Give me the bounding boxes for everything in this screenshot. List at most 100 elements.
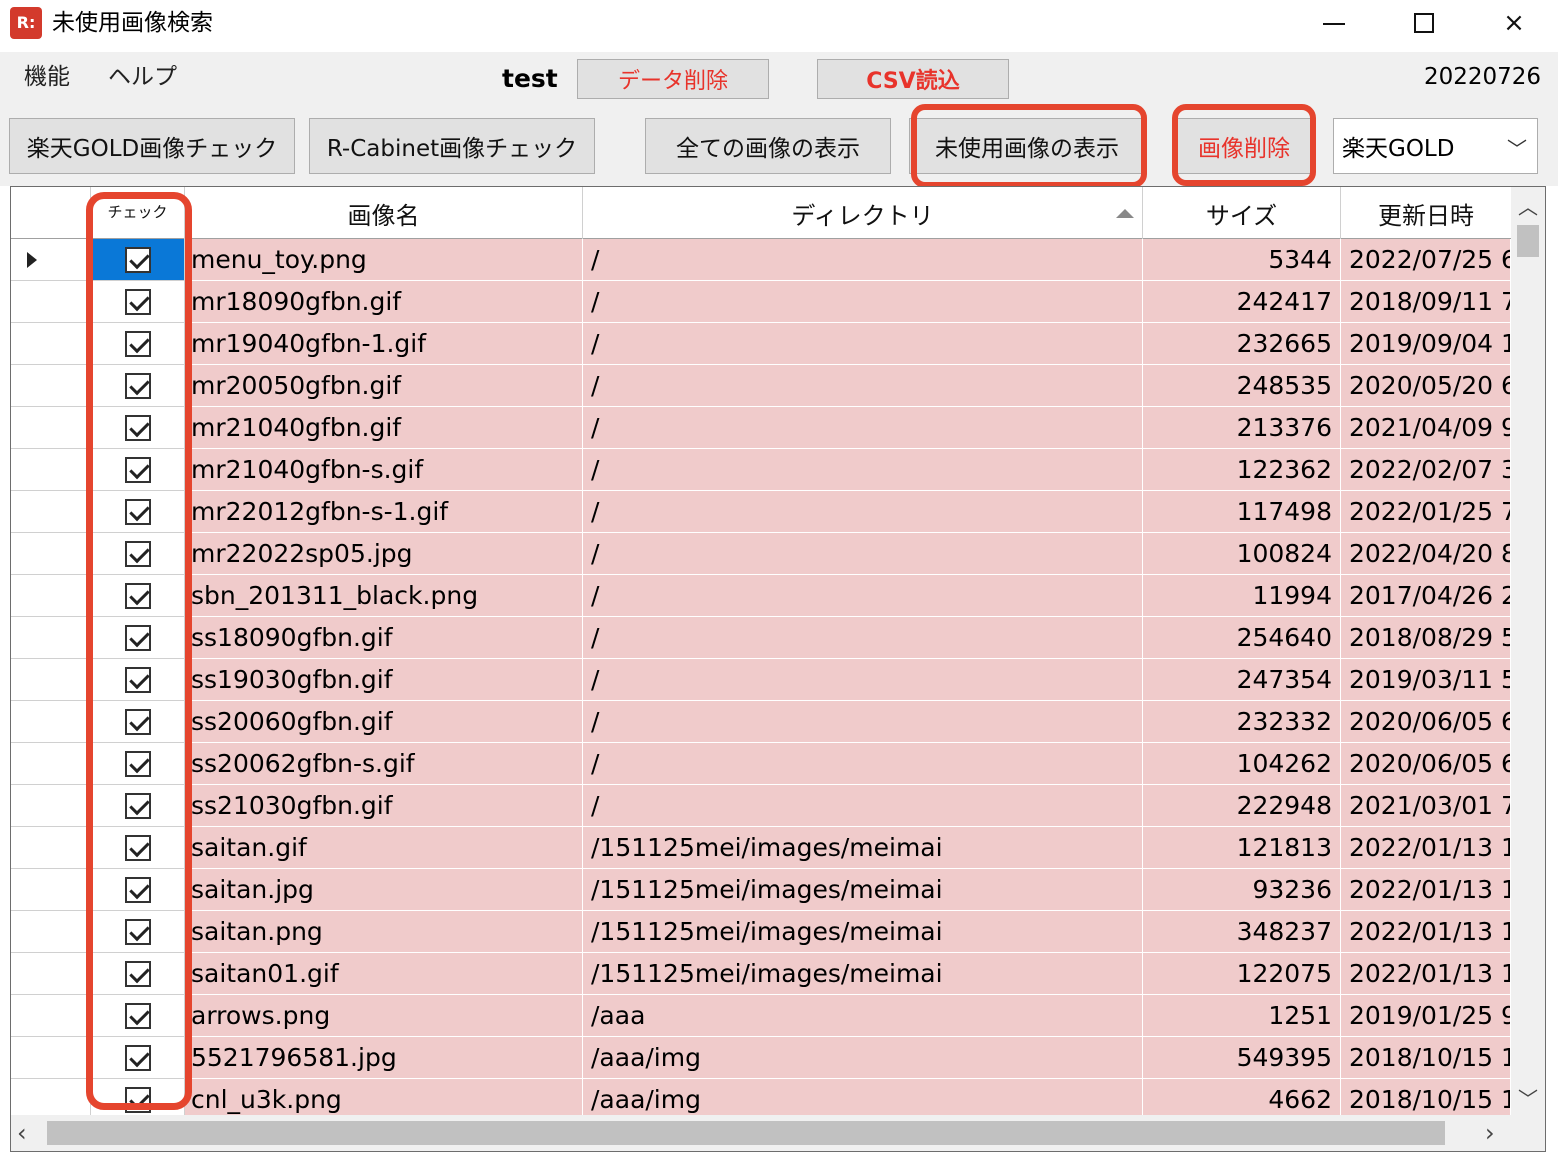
row-header[interactable] xyxy=(11,911,91,953)
size-cell[interactable]: 348237 xyxy=(1143,911,1341,953)
check-cell[interactable] xyxy=(91,911,185,953)
directory-cell[interactable]: /151125mei/images/meimai xyxy=(583,911,1143,953)
row-header[interactable] xyxy=(11,869,91,911)
table-row[interactable]: mr22022sp05.jpg/100824 2022/04/20 8. xyxy=(11,533,1511,575)
directory-cell[interactable]: / xyxy=(583,575,1143,617)
directory-cell[interactable]: / xyxy=(583,365,1143,407)
row-header[interactable] xyxy=(11,575,91,617)
check-cell[interactable] xyxy=(91,1079,185,1115)
image-name-cell[interactable]: saitan.png xyxy=(185,911,583,953)
row-checkbox[interactable] xyxy=(125,289,151,315)
directory-cell[interactable]: / xyxy=(583,281,1143,323)
column-header-size[interactable]: サイズ xyxy=(1143,187,1341,239)
image-name-cell[interactable]: ss20060gfbn.gif xyxy=(185,701,583,743)
directory-cell[interactable]: / xyxy=(583,659,1143,701)
gold-check-button[interactable]: 楽天GOLD画像チェック xyxy=(9,118,295,174)
image-name-cell[interactable]: mr21040gfbn.gif xyxy=(185,407,583,449)
updated-cell[interactable]: 2019/01/25 9. xyxy=(1341,995,1511,1037)
check-cell[interactable] xyxy=(91,323,185,365)
row-checkbox[interactable] xyxy=(125,625,151,651)
table-row[interactable]: saitan.jpg/151125mei/images/meimai 93236 2… xyxy=(11,869,1511,911)
horizontal-scrollbar[interactable]: ‹ › xyxy=(11,1115,1545,1151)
row-checkbox[interactable] xyxy=(125,877,151,903)
image-name-cell[interactable]: mr20050gfbn.gif xyxy=(185,365,583,407)
row-checkbox[interactable] xyxy=(125,499,151,525)
close-button[interactable]: × xyxy=(1474,0,1554,46)
row-checkbox[interactable] xyxy=(125,457,151,483)
directory-cell[interactable]: /151125mei/images/meimai xyxy=(583,869,1143,911)
row-checkbox[interactable] xyxy=(125,415,151,441)
row-checkbox[interactable] xyxy=(125,583,151,609)
directory-cell[interactable]: / xyxy=(583,491,1143,533)
table-row[interactable]: mr22012gfbn-s-1.gif/117498 2022/01/25 7. xyxy=(11,491,1511,533)
row-header[interactable] xyxy=(11,1079,91,1115)
updated-cell[interactable]: 2020/05/20 6. xyxy=(1341,365,1511,407)
table-row[interactable]: 5521796581.jpg/aaa/img 549395 2018/10/15 1… xyxy=(11,1037,1511,1079)
size-cell[interactable]: 254640 xyxy=(1143,617,1341,659)
menu-item-functions[interactable]: 機能 xyxy=(24,62,70,92)
column-header-name[interactable]: 画像名 xyxy=(185,187,583,239)
image-name-cell[interactable]: mr22012gfbn-s-1.gif xyxy=(185,491,583,533)
image-name-cell[interactable]: mr18090gfbn.gif xyxy=(185,281,583,323)
table-row[interactable]: ss20062gfbn-s.gif/104262 2020/06/05 6. xyxy=(11,743,1511,785)
row-header[interactable] xyxy=(11,1037,91,1079)
table-row[interactable]: mr21040gfbn.gif/213376 2021/04/09 9. xyxy=(11,407,1511,449)
updated-cell[interactable]: 2020/06/05 6. xyxy=(1341,701,1511,743)
size-cell[interactable]: 248535 xyxy=(1143,365,1341,407)
table-row[interactable]: ss20060gfbn.gif/232332 2020/06/05 6. xyxy=(11,701,1511,743)
directory-cell[interactable]: / xyxy=(583,239,1143,281)
row-checkbox[interactable] xyxy=(125,793,151,819)
updated-cell[interactable]: 2019/03/11 5. xyxy=(1341,659,1511,701)
updated-cell[interactable]: 2022/01/13 1. xyxy=(1341,953,1511,995)
check-cell[interactable] xyxy=(91,1037,185,1079)
directory-cell[interactable]: / xyxy=(583,701,1143,743)
updated-cell[interactable]: 2018/09/11 7. xyxy=(1341,281,1511,323)
updated-cell[interactable]: 2022/02/07 3. xyxy=(1341,449,1511,491)
size-cell[interactable]: 213376 xyxy=(1143,407,1341,449)
check-cell[interactable] xyxy=(91,659,185,701)
directory-cell[interactable]: /151125mei/images/meimai xyxy=(583,953,1143,995)
size-cell[interactable]: 232332 xyxy=(1143,701,1341,743)
maximize-button[interactable] xyxy=(1384,0,1464,46)
size-cell[interactable]: 93236 xyxy=(1143,869,1341,911)
table-row[interactable]: mr21040gfbn-s.gif/122362 2022/02/07 3. xyxy=(11,449,1511,491)
size-cell[interactable]: 104262 xyxy=(1143,743,1341,785)
directory-cell[interactable]: /aaa/img xyxy=(583,1037,1143,1079)
updated-cell[interactable]: 2021/04/09 9. xyxy=(1341,407,1511,449)
image-name-cell[interactable]: ss21030gfbn.gif xyxy=(185,785,583,827)
image-name-cell[interactable]: menu_toy.png xyxy=(185,239,583,281)
row-checkbox[interactable] xyxy=(125,1003,151,1029)
updated-cell[interactable]: 2017/04/26 2. xyxy=(1341,575,1511,617)
table-row[interactable]: mr19040gfbn-1.gif/232665 2019/09/04 1. xyxy=(11,323,1511,365)
row-checkbox[interactable] xyxy=(125,373,151,399)
directory-cell[interactable]: / xyxy=(583,449,1143,491)
check-cell[interactable] xyxy=(91,701,185,743)
directory-cell[interactable]: /aaa/img xyxy=(583,1079,1143,1115)
image-name-cell[interactable]: saitan01.gif xyxy=(185,953,583,995)
updated-cell[interactable]: 2018/10/15 1. xyxy=(1341,1037,1511,1079)
show-all-button[interactable]: 全ての画像の表示 xyxy=(645,118,891,174)
image-name-cell[interactable]: saitan.gif xyxy=(185,827,583,869)
image-name-cell[interactable]: sbn_201311_black.png xyxy=(185,575,583,617)
directory-cell[interactable]: / xyxy=(583,323,1143,365)
menu-item-help[interactable]: ヘルプ xyxy=(108,62,177,92)
size-cell[interactable]: 122362 xyxy=(1143,449,1341,491)
row-checkbox[interactable] xyxy=(125,751,151,777)
row-header[interactable] xyxy=(11,281,91,323)
row-header[interactable] xyxy=(11,785,91,827)
table-row[interactable]: saitan01.gif/151125mei/images/meimai 1220… xyxy=(11,953,1511,995)
row-checkbox[interactable] xyxy=(125,1045,151,1071)
row-header[interactable] xyxy=(11,407,91,449)
updated-cell[interactable]: 2020/06/05 6. xyxy=(1341,743,1511,785)
row-header[interactable] xyxy=(11,827,91,869)
row-header[interactable] xyxy=(11,323,91,365)
check-cell[interactable] xyxy=(91,365,185,407)
table-row[interactable]: ss19030gfbn.gif/247354 2019/03/11 5. xyxy=(11,659,1511,701)
delete-images-button[interactable]: 画像削除 xyxy=(1176,118,1312,174)
check-cell[interactable] xyxy=(91,407,185,449)
image-name-cell[interactable]: ss20062gfbn-s.gif xyxy=(185,743,583,785)
updated-cell[interactable]: 2022/01/13 1. xyxy=(1341,827,1511,869)
check-cell[interactable] xyxy=(91,743,185,785)
vertical-scroll-thumb[interactable] xyxy=(1517,225,1539,257)
directory-cell[interactable]: /151125mei/images/meimai xyxy=(583,827,1143,869)
